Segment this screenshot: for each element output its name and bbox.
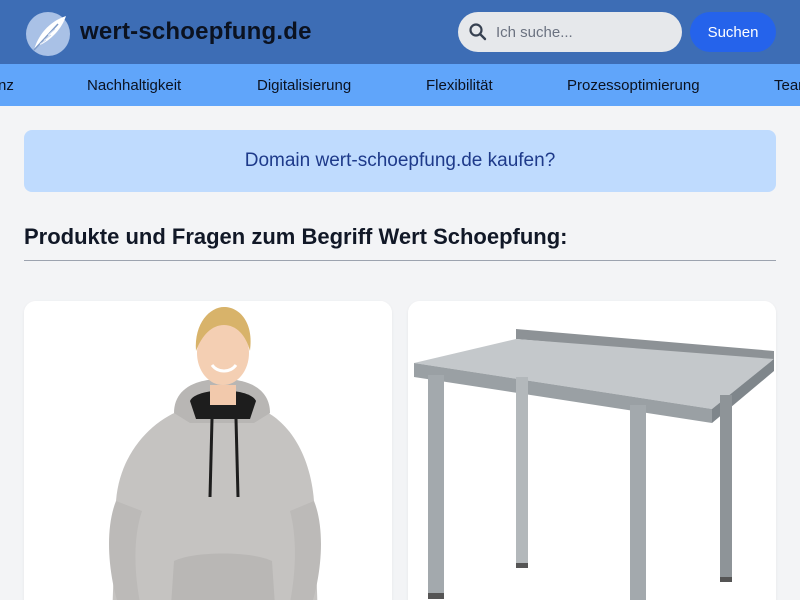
product-card[interactable] [408,301,776,600]
search-input[interactable] [496,12,676,52]
nav-item-partial-left[interactable]: nz [0,77,14,94]
domain-buy-banner[interactable]: Domain wert-schoepfung.de kaufen? [24,130,776,192]
site-header: wert-schoepfung.de Suchen [0,0,800,64]
site-title[interactable]: wert-schoepfung.de [80,18,312,46]
nav-item-flexibilitaet[interactable]: Flexibilität [426,77,493,94]
section-divider [24,260,776,261]
hoodie-product-image[interactable] [24,301,392,600]
steel-table-product-image[interactable] [408,301,776,600]
product-card[interactable] [24,301,392,600]
feather-logo-icon[interactable] [24,10,72,58]
category-nav: nz Nachhaltigkeit Digitalisierung Flexib… [0,64,800,106]
search-icon [469,23,487,41]
nav-item-prozessoptimierung[interactable]: Prozessoptimierung [567,77,700,94]
nav-item-nachhaltigkeit[interactable]: Nachhaltigkeit [87,77,181,94]
nav-item-partial-right[interactable]: Tean [774,77,800,94]
search-box [458,12,682,52]
search-button[interactable]: Suchen [690,12,776,52]
nav-item-digitalisierung[interactable]: Digitalisierung [257,77,351,94]
section-title: Produkte und Fragen zum Begriff Wert Sch… [24,224,568,249]
